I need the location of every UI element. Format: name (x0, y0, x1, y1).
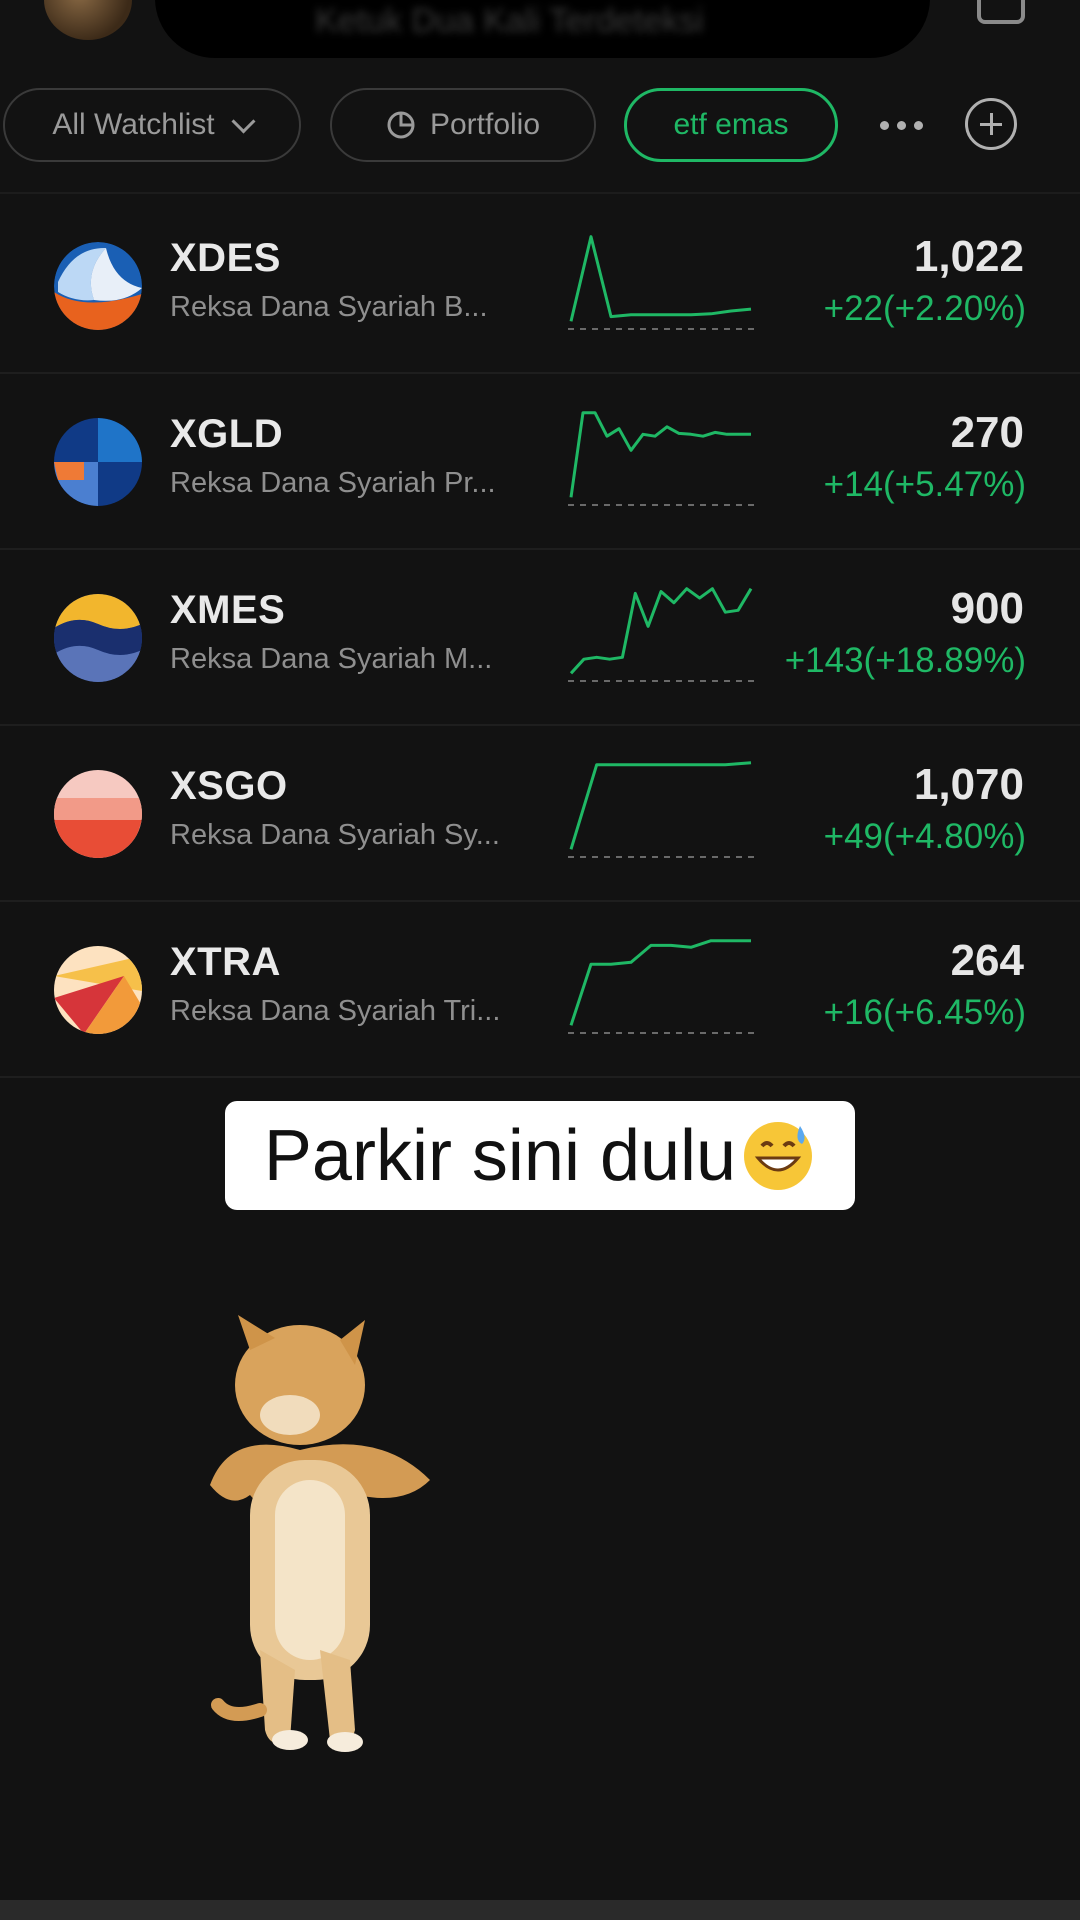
sparkline (568, 761, 754, 858)
top-bar: Ketuk Dua Kali Terdeteksi (0, 0, 1080, 70)
price-change: +143(+18.89%) (784, 641, 1026, 680)
xsgo-logo-icon (54, 770, 142, 858)
bottom-bar (0, 1900, 1080, 1920)
sparkline (568, 587, 754, 682)
search-text: Ketuk Dua Kali Terdeteksi (315, 2, 704, 40)
dancing-cat-sticker (210, 1315, 430, 1752)
chevron-down-icon (231, 108, 256, 134)
watchlist-row[interactable]: XGLD Reksa Dana Syariah Pr... 270 +14(+5… (0, 372, 1080, 550)
fund-name: Reksa Dana Syariah Tri... (170, 995, 501, 1027)
add-watchlist-button[interactable] (965, 98, 1017, 150)
ticker: XDES (170, 236, 281, 280)
watchlist-row[interactable]: XDES Reksa Dana Syariah B... 1,022 +22(+… (0, 196, 1080, 374)
xdes-logo-icon (54, 242, 142, 330)
sparkline (568, 939, 754, 1034)
avatar[interactable] (44, 0, 132, 40)
price-change: +49(+4.80%) (823, 817, 1026, 856)
price: 1,070 (913, 760, 1024, 809)
grinning-face-with-sweat-icon (744, 1121, 813, 1190)
all-watchlist-label: All Watchlist (52, 108, 215, 141)
sparkline-path (569, 411, 751, 498)
watchlist-row[interactable]: XTRA Reksa Dana Syariah Tri... 264 +16(+… (0, 900, 1080, 1078)
sparkline (568, 235, 754, 330)
menu-icon[interactable] (977, 0, 1025, 24)
caption-text: Parkir sini dulu (263, 1115, 737, 1196)
divider (0, 192, 1080, 194)
more-options-icon[interactable] (880, 110, 930, 140)
sparkline-path (569, 761, 752, 850)
price: 1,022 (913, 232, 1024, 281)
xmes-logo-icon (54, 594, 142, 682)
ticker: XMES (170, 588, 286, 632)
fund-name: Reksa Dana Syariah Sy... (170, 819, 500, 851)
etf-emas-chip[interactable]: etf emas (624, 88, 838, 162)
ticker: XTRA (170, 940, 281, 984)
pie-chart-icon (387, 111, 415, 139)
xtra-logo-icon (54, 946, 142, 1034)
fund-name: Reksa Dana Syariah Pr... (170, 467, 496, 499)
ticker: XSGO (170, 764, 288, 808)
price: 900 (950, 584, 1024, 633)
price-change: +14(+5.47%) (823, 465, 1026, 504)
fund-name: Reksa Dana Syariah M... (170, 643, 493, 675)
ticker: XGLD (170, 412, 284, 456)
watchlist-row[interactable]: XSGO Reksa Dana Syariah Sy... 1,070 +49(… (0, 724, 1080, 902)
sparkline-path (569, 939, 751, 1026)
fund-name: Reksa Dana Syariah B... (170, 291, 488, 323)
caption-box: Parkir sini dulu (225, 1101, 855, 1210)
sparkline-path (569, 587, 753, 675)
sparkline (568, 411, 754, 506)
sparkline-path (569, 235, 752, 322)
portfolio-label: Portfolio (429, 108, 541, 141)
etf-emas-label: etf emas (673, 108, 789, 141)
all-watchlist-dropdown[interactable]: All Watchlist (3, 88, 301, 162)
search-bar[interactable]: Ketuk Dua Kali Terdeteksi (155, 0, 930, 58)
price-change: +16(+6.45%) (823, 993, 1026, 1032)
watchlist-row[interactable]: XMES Reksa Dana Syariah M... 900 +143(+1… (0, 548, 1080, 726)
portfolio-chip[interactable]: Portfolio (330, 88, 596, 162)
price: 264 (950, 936, 1024, 985)
price-change: +22(+2.20%) (823, 289, 1026, 328)
price: 270 (950, 408, 1024, 457)
xgld-logo-icon (54, 418, 142, 506)
